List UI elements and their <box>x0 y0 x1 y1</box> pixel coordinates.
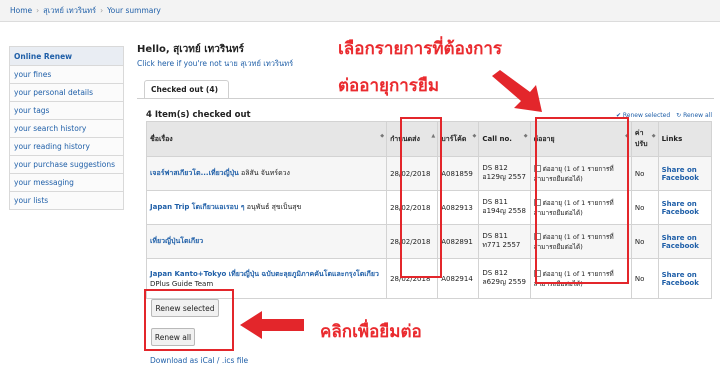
renew-all-link[interactable]: ↻ Renew all <box>676 112 712 119</box>
sidebar-item-search-history[interactable]: your search history <box>9 120 124 138</box>
column-header-fines[interactable]: ค่าปรับ ◆ <box>630 121 659 157</box>
share-facebook-link[interactable]: Share on Facebook <box>662 234 699 250</box>
item-author: อนุพันธ์ สุขเป็นสุข <box>246 203 302 211</box>
sidebar-item-purchase-suggestions[interactable]: your purchase suggestions <box>9 156 124 174</box>
renew-selected-button[interactable]: Renew selected <box>151 299 219 317</box>
greeting-heading: Hello, สุเวทย์ เทวรินทร์ <box>137 44 245 55</box>
click-instruction: คลิกเพื่อยืมต่อ <box>320 322 422 342</box>
instruction-line-2: ต่ออายุการยืม <box>338 76 440 96</box>
item-call-number: DS 811 อ194ญ 2558 <box>478 190 531 225</box>
sort-icon: ◆ <box>523 133 528 139</box>
sort-icon: ◆ <box>472 133 477 139</box>
sidebar-item-tags[interactable]: your tags <box>9 102 124 120</box>
sidebar-nav: Online Renew your fines your personal de… <box>9 46 124 210</box>
item-author: อลิสัน จันทร์ดวง <box>241 169 290 177</box>
item-call-number: DS 812 อ129ญ 2557 <box>478 156 531 191</box>
column-header-callno[interactable]: Call no. ◆ <box>478 121 531 157</box>
breadcrumb-separator: › <box>36 6 40 15</box>
item-title-link[interactable]: เที่ยวญี่ปุ่นโตเกียว <box>150 237 203 245</box>
sidebar-item-personal-details[interactable]: your personal details <box>9 84 124 102</box>
item-fines: No <box>630 258 659 299</box>
breadcrumb-user[interactable]: สุเวทย์ เทวรินทร์ <box>43 5 96 17</box>
item-call-number: DS 811 ท771 2557 <box>478 224 531 259</box>
sidebar-item-lists[interactable]: your lists <box>9 192 124 210</box>
renew-column-highlight-box <box>535 117 629 284</box>
due-date-highlight-box <box>400 117 442 278</box>
breadcrumb-separator: › <box>100 6 104 15</box>
item-fines: No <box>630 156 659 191</box>
download-ical-link[interactable]: Download as iCal / .ics file <box>150 356 248 365</box>
breadcrumb-current[interactable]: Your summary <box>107 6 161 15</box>
item-call-number: DS 812 ล629ญ 2559 <box>478 258 531 299</box>
instruction-line-1: เลือกรายการที่ต้องการ <box>338 39 503 59</box>
item-fines: No <box>630 224 659 259</box>
item-barcode: A082914 <box>437 258 480 299</box>
item-barcode: A081859 <box>437 156 480 191</box>
item-title-link[interactable]: Japan Kanto+Tokyo เที่ยวญี่ปุ่น ฉบับตะลุ… <box>150 270 379 278</box>
red-arrow-left-icon <box>240 311 304 339</box>
share-facebook-link[interactable]: Share on Facebook <box>662 271 699 287</box>
not-you-link[interactable]: Click here if you're not นาย สุเวทย์ เทว… <box>137 58 293 70</box>
item-author: DPlus Guide Team <box>150 280 214 288</box>
renew-links: ✔ Renew selected ↻ Renew all <box>616 112 712 119</box>
tab-checked-out[interactable]: Checked out (4) <box>144 80 229 98</box>
item-barcode: A082891 <box>437 224 480 259</box>
item-fines: No <box>630 190 659 225</box>
sidebar-item-online-renew[interactable]: Online Renew <box>9 46 124 66</box>
sort-icon: ◆ <box>651 133 656 139</box>
renew-all-button[interactable]: Renew all <box>151 328 195 346</box>
item-barcode: A082913 <box>437 190 480 225</box>
column-header-barcode[interactable]: บาร์โค้ด ◆ <box>437 121 480 157</box>
share-facebook-link[interactable]: Share on Facebook <box>662 166 699 182</box>
column-header-title[interactable]: ชื่อเรื่อง ◆ <box>145 121 388 157</box>
sort-icon: ◆ <box>380 133 385 139</box>
sidebar-item-fines[interactable]: your fines <box>9 66 124 84</box>
item-title-link[interactable]: เจอร์ฟาสเกียวโต...เที่ยวญี่ปุ่น <box>150 169 239 177</box>
sidebar-item-messaging[interactable]: your messaging <box>9 174 124 192</box>
column-header-links: Links <box>657 121 713 157</box>
items-count: 4 Item(s) checked out <box>146 110 251 120</box>
breadcrumb: Home › สุเวทย์ เทวรินทร์ › Your summary <box>0 0 720 22</box>
item-title-link[interactable]: Japan Trip โตเกียวแอเรอบ ๆ <box>150 203 244 211</box>
breadcrumb-home[interactable]: Home <box>10 6 32 15</box>
red-arrow-down-right-icon <box>492 70 542 112</box>
share-facebook-link[interactable]: Share on Facebook <box>662 200 699 216</box>
sidebar-item-reading-history[interactable]: your reading history <box>9 138 124 156</box>
